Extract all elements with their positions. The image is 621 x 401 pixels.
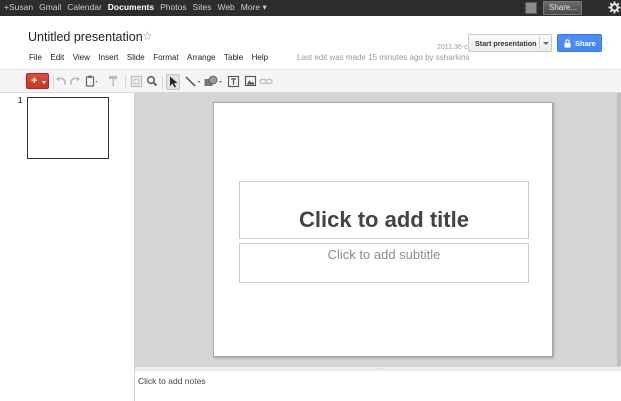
menu-bar: File Edit View Insert Slide Format Arran… [29, 53, 277, 62]
zoom-fit-icon[interactable] [130, 74, 143, 89]
redo-icon[interactable] [69, 74, 81, 89]
subtitle-placeholder[interactable]: Click to add subtitle [239, 243, 529, 283]
text-box-icon[interactable] [227, 74, 240, 89]
menu-arrange[interactable]: Arrange [187, 53, 215, 62]
select-tool-button[interactable] [166, 74, 180, 90]
paint-format-icon[interactable] [108, 74, 119, 89]
gbar-share-button[interactable]: Share... [543, 1, 582, 15]
version-label: 2011.36-c [437, 44, 468, 51]
menu-table[interactable]: Table [224, 53, 243, 62]
avatar[interactable] [525, 2, 537, 14]
gbar-item-documents[interactable]: Documents [108, 2, 154, 13]
zoom-icon[interactable] [146, 74, 158, 89]
document-title[interactable]: Untitled presentation [28, 30, 143, 44]
gbar-item-calendar[interactable]: Calendar [67, 2, 102, 13]
gbar-item-more[interactable]: More ▾ [241, 2, 267, 13]
button-divider [539, 37, 540, 49]
gbar-item-gmail[interactable]: Gmail [39, 2, 61, 13]
lock-icon [564, 39, 571, 48]
app-window: +Susan Gmail Calendar Documents Photos S… [0, 0, 621, 401]
star-icon[interactable]: ☆ [142, 29, 153, 43]
google-bar-nav: +Susan Gmail Calendar Documents Photos S… [4, 2, 267, 13]
undo-icon[interactable] [55, 74, 67, 89]
title-placeholder-text: Click to add title [299, 207, 469, 232]
title-placeholder[interactable]: Click to add title [239, 181, 529, 239]
shape-icon[interactable] [203, 74, 225, 89]
menu-file[interactable]: File [29, 53, 42, 62]
toolbar-divider [53, 75, 54, 89]
link-icon[interactable] [259, 74, 273, 89]
gbar-item-susan[interactable]: +Susan [4, 2, 33, 13]
last-edit-status[interactable]: Last edit was made 15 minutes ago by ssh… [297, 53, 470, 62]
menu-insert[interactable]: Insert [98, 53, 118, 62]
speaker-notes-area[interactable]: Click to add notes [135, 371, 621, 401]
clipboard-icon[interactable] [85, 74, 99, 89]
subtitle-placeholder-text: Click to add subtitle [327, 247, 441, 262]
toolbar-divider [162, 75, 163, 89]
gbar-item-photos[interactable]: Photos [160, 2, 186, 13]
line-icon[interactable] [184, 74, 202, 89]
toolbar: + [0, 69, 621, 93]
menu-edit[interactable]: Edit [50, 53, 64, 62]
gbar-item-web[interactable]: Web [217, 2, 234, 13]
chevron-down-icon [42, 81, 46, 84]
gbar-item-sites[interactable]: Sites [193, 2, 212, 13]
vertical-scrollbar[interactable] [617, 93, 621, 366]
chevron-down-icon[interactable] [543, 42, 549, 45]
share-label: Share [575, 39, 596, 48]
new-slide-button[interactable]: + [26, 73, 49, 89]
notes-placeholder: Click to add notes [138, 376, 206, 386]
start-presentation-button[interactable]: Start presentation [468, 34, 552, 52]
toolbar-divider [125, 75, 126, 89]
menu-view[interactable]: View [73, 53, 90, 62]
menu-help[interactable]: Help [252, 53, 268, 62]
image-icon[interactable] [244, 74, 257, 89]
slide-number: 1 [18, 96, 23, 105]
google-bar: +Susan Gmail Calendar Documents Photos S… [0, 0, 621, 16]
start-presentation-label: Start presentation [475, 39, 537, 48]
share-button[interactable]: Share [557, 34, 602, 52]
slide-thumbnail[interactable] [27, 97, 109, 159]
menu-format[interactable]: Format [153, 53, 178, 62]
cursor-icon [170, 76, 178, 88]
gear-icon[interactable] [608, 1, 621, 14]
menu-slide[interactable]: Slide [127, 53, 145, 62]
plus-icon: + [31, 75, 38, 87]
